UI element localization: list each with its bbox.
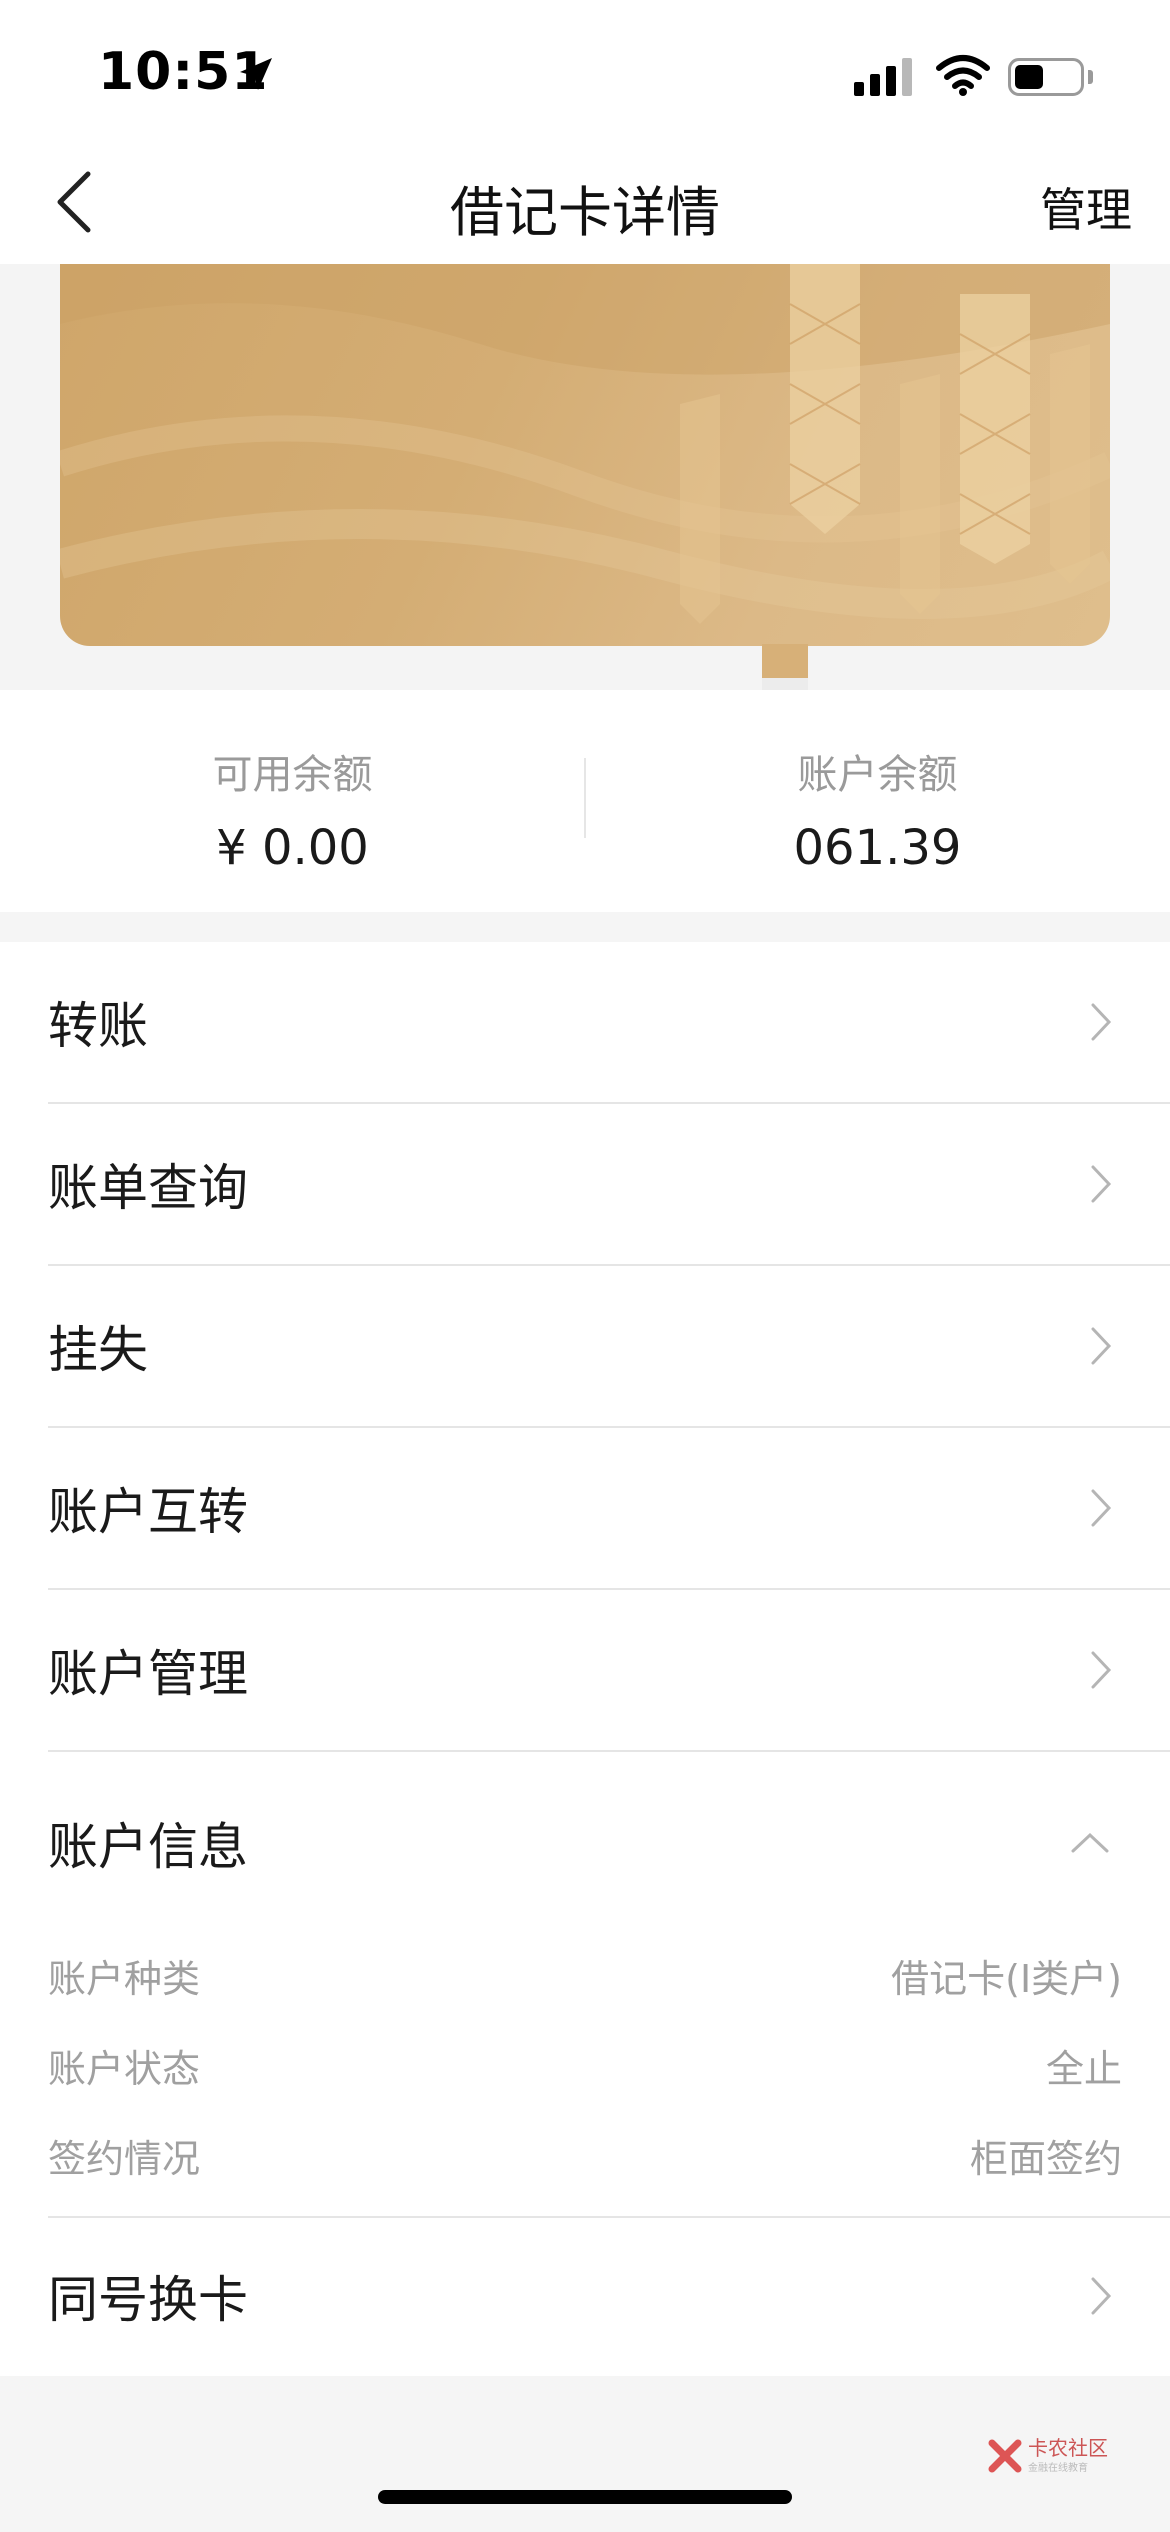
- chevron-right-icon: [1091, 1327, 1112, 1365]
- watermark-subtext: 金融在线教育: [1028, 2463, 1088, 2474]
- chevron-right-icon: [1091, 1003, 1112, 1041]
- status-bar: 10:51: [0, 0, 1170, 140]
- nav-bar: 借记卡详情 管理: [0, 140, 1170, 264]
- card-indicator: [762, 644, 808, 678]
- cellular-signal-icon: [854, 56, 912, 96]
- watermark-logo-icon: [988, 2439, 1022, 2473]
- debit-card-detail-page: 10:51 借记卡详情 管理 可用余额 ¥ 0.00 账户余额 061.39 转…: [0, 0, 1170, 2532]
- wifi-icon: [936, 55, 990, 96]
- home-indicator[interactable]: [378, 2490, 792, 2504]
- chevron-up-icon: [1071, 1832, 1109, 1853]
- chevron-right-icon: [1091, 1165, 1112, 1203]
- signing-status-row: 签约情况 柜面签约: [48, 2118, 1122, 2208]
- menu-item-label: 账户互转: [48, 1483, 248, 1541]
- account-status-label: 账户状态: [48, 2047, 201, 2091]
- watermark: 卡农社区 金融在线教育: [988, 2438, 1108, 2474]
- watermark-text: 卡农社区: [1028, 2436, 1108, 2460]
- balance-panel: 可用余额 ¥ 0.00 账户余额 061.39: [0, 690, 1170, 912]
- menu-item-account-management[interactable]: 账户管理: [48, 1590, 1170, 1752]
- battery-icon: [1008, 58, 1084, 96]
- account-type-label: 账户种类: [48, 1957, 201, 2001]
- menu-item-bill-query[interactable]: 账单查询: [48, 1104, 1170, 1266]
- menu-item-label: 账单查询: [48, 1159, 248, 1217]
- account-info-toggle[interactable]: 账户信息: [48, 1768, 1170, 1918]
- account-balance-label: 账户余额: [797, 752, 958, 798]
- account-balance-value: 061.39: [793, 820, 962, 876]
- chevron-right-icon: [1091, 2277, 1112, 2315]
- menu-item-account-transfer[interactable]: 账户互转: [48, 1428, 1170, 1590]
- action-menu: 转账 账单查询 挂失 账户互转 账户管理 账户信息 账户种类 借记卡(I类户) …: [0, 942, 1170, 2376]
- signing-status-label: 签约情况: [48, 2137, 201, 2181]
- account-status-row: 账户状态 全止: [48, 2028, 1122, 2118]
- battery-cap: [1088, 70, 1093, 84]
- chevron-right-icon: [1091, 1651, 1112, 1689]
- account-info-label: 账户信息: [48, 1818, 248, 1876]
- menu-item-report-loss[interactable]: 挂失: [48, 1266, 1170, 1428]
- account-type-row: 账户种类 借记卡(I类户): [48, 1938, 1122, 2028]
- debit-card-image[interactable]: [60, 264, 1110, 646]
- location-arrow-icon: [240, 58, 272, 90]
- card-area: [0, 264, 1170, 712]
- chevron-right-icon: [1091, 1489, 1112, 1527]
- card-wheat-pattern: [60, 264, 1110, 624]
- menu-item-transfer[interactable]: 转账: [48, 942, 1170, 1104]
- available-balance-label: 可用余额: [212, 752, 373, 798]
- available-balance: 可用余额 ¥ 0.00: [0, 742, 585, 876]
- menu-item-label: 转账: [48, 997, 148, 1055]
- account-info-details: 账户种类 借记卡(I类户) 账户状态 全止 签约情况 柜面签约: [48, 1938, 1122, 2208]
- account-balance: 账户余额 061.39: [585, 742, 1170, 876]
- account-type-value: 借记卡(I类户): [891, 1957, 1122, 2001]
- menu-item-label: 同号换卡: [48, 2271, 248, 2329]
- page-title: 借记卡详情: [450, 181, 720, 244]
- manage-button[interactable]: 管理: [1040, 174, 1132, 240]
- available-balance-value: ¥ 0.00: [216, 820, 369, 876]
- menu-item-label: 账户管理: [48, 1645, 248, 1703]
- menu-item-label: 挂失: [48, 1321, 148, 1379]
- account-status-value: 全止: [1045, 2047, 1122, 2091]
- menu-item-card-replacement[interactable]: 同号换卡: [48, 2218, 1170, 2374]
- signing-status-value: 柜面签约: [969, 2137, 1122, 2181]
